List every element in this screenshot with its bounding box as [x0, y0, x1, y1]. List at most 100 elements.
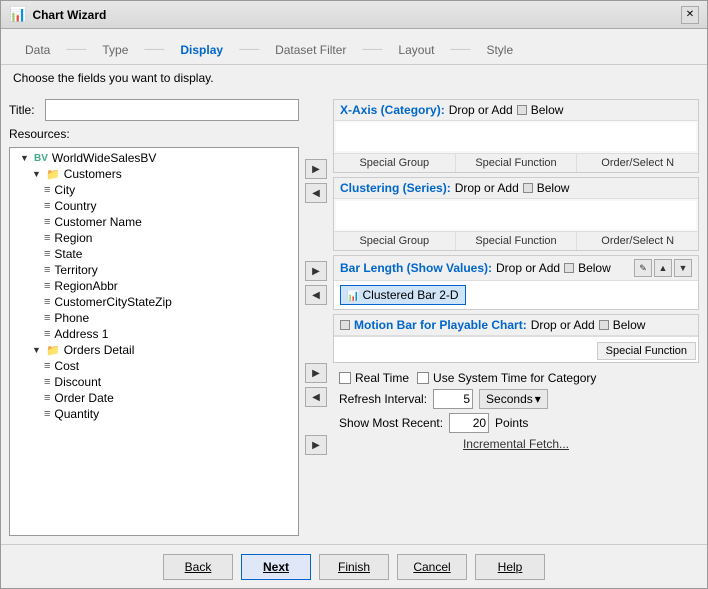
tree-item-address1[interactable]: ≡ Address 1	[12, 326, 296, 342]
expand-toggle[interactable]: ▼	[20, 153, 32, 163]
tree-item-territory[interactable]: ≡ Territory	[12, 262, 296, 278]
resources-label: Resources:	[9, 127, 299, 141]
barlength-down-button[interactable]: ▼	[674, 259, 692, 277]
title-bar-left: 📊 Chart Wizard	[9, 6, 106, 23]
expand-toggle-orders[interactable]: ▼	[32, 345, 44, 355]
field-icon-state: ≡	[44, 248, 50, 260]
left-panel: Title: Resources: ▼ BV WorldWideSalesBV …	[9, 99, 299, 536]
tree-scroll[interactable]: ▼ BV WorldWideSalesBV ▼ 📁 Customers ≡ Ci…	[10, 148, 298, 535]
clustering-checkbox[interactable]	[523, 183, 533, 193]
barlength-section: Bar Length (Show Values): Drop or Add Be…	[333, 255, 699, 310]
tree-item-state[interactable]: ≡ State	[12, 246, 296, 262]
barlength-drop-area[interactable]: 📊 Clustered Bar 2-D	[334, 281, 698, 309]
field-icon-quantity: ≡	[44, 408, 50, 420]
xaxis-special-group[interactable]: Special Group	[334, 154, 456, 172]
barlength-drop-label: Drop or Add	[496, 261, 560, 275]
add-xaxis-button[interactable]: ▶	[305, 159, 327, 179]
folder-icon-orders: 📁	[46, 344, 60, 357]
xaxis-special-function[interactable]: Special Function	[456, 154, 578, 172]
clustering-drop-area[interactable]	[336, 201, 696, 229]
motion-header: Motion Bar for Playable Chart: Drop or A…	[334, 315, 698, 336]
barlength-edit-button[interactable]: ✎	[634, 259, 652, 277]
tab-type[interactable]: Type	[90, 39, 140, 61]
bv-icon: BV	[34, 153, 48, 164]
points-label: Points	[495, 416, 528, 430]
clustering-special-function[interactable]: Special Function	[456, 232, 578, 250]
tree-item-city[interactable]: ≡ City	[12, 182, 296, 198]
motion-label: Motion Bar for Playable Chart:	[354, 318, 527, 332]
main-content: Title: Resources: ▼ BV WorldWideSalesBV …	[1, 91, 707, 544]
add-clustering-button[interactable]: ▶	[305, 261, 327, 281]
refresh-label: Refresh Interval:	[339, 392, 427, 406]
system-time-checkbox[interactable]	[417, 372, 429, 384]
motion-checkbox[interactable]	[340, 320, 350, 330]
tab-data[interactable]: Data	[13, 39, 62, 61]
tree-label-territory: Territory	[54, 263, 97, 277]
tree-item-discount[interactable]: ≡ Discount	[12, 374, 296, 390]
motion-drop-area[interactable]: Special Function	[334, 336, 698, 362]
tree-item-orders[interactable]: ▼ 📁 Orders Detail	[12, 342, 296, 358]
motion-add-checkbox[interactable]	[599, 320, 609, 330]
cancel-button[interactable]: Cancel	[397, 554, 467, 580]
tab-style[interactable]: Style	[474, 39, 525, 61]
barlength-checkbox[interactable]	[564, 263, 574, 273]
system-time-checkbox-label[interactable]: Use System Time for Category	[417, 371, 596, 385]
tree-item-phone[interactable]: ≡ Phone	[12, 310, 296, 326]
tree-item-country[interactable]: ≡ Country	[12, 198, 296, 214]
realtime-checkbox-label[interactable]: Real Time	[339, 371, 409, 385]
tab-layout[interactable]: Layout	[386, 39, 446, 61]
field-icon-address1: ≡	[44, 328, 50, 340]
clustering-order-select[interactable]: Order/Select N	[577, 232, 698, 250]
wizard-tabs: Data —— Type —— Display —— Dataset Filte…	[1, 29, 707, 65]
xaxis-order-select[interactable]: Order/Select N	[577, 154, 698, 172]
remove-clustering-button[interactable]: ◀	[305, 285, 327, 305]
tab-dataset-filter[interactable]: Dataset Filter	[263, 39, 358, 61]
motion-drop-label: Drop or Add	[531, 318, 595, 332]
clustering-below-label: Below	[537, 181, 570, 195]
xaxis-drop-area[interactable]	[336, 123, 696, 151]
incremental-link[interactable]: Incremental Fetch...	[463, 437, 569, 451]
footer: Back Next Finish Cancel Help	[1, 544, 707, 588]
next-button[interactable]: Next	[241, 554, 311, 580]
motion-special-function-button[interactable]: Special Function	[597, 342, 696, 360]
field-icon-city: ≡	[44, 184, 50, 196]
tree-label-customers: Customers	[64, 167, 122, 181]
most-recent-input[interactable]	[449, 413, 489, 433]
tree-item-customerstatzip[interactable]: ≡ CustomerCityStateZip	[12, 294, 296, 310]
barlength-up-button[interactable]: ▲	[654, 259, 672, 277]
field-icon-phone: ≡	[44, 312, 50, 324]
tree-label-region: Region	[54, 231, 92, 245]
tree-item-bv[interactable]: ▼ BV WorldWideSalesBV	[12, 150, 296, 166]
tree-item-orderdate[interactable]: ≡ Order Date	[12, 390, 296, 406]
tree-item-customers[interactable]: ▼ 📁 Customers	[12, 166, 296, 182]
add-barlength-button[interactable]: ▶	[305, 363, 327, 383]
xaxis-drop-label: Drop or Add	[449, 103, 513, 117]
tree-item-cost[interactable]: ≡ Cost	[12, 358, 296, 374]
xaxis-checkbox[interactable]	[517, 105, 527, 115]
realtime-checkbox[interactable]	[339, 372, 351, 384]
add-motion-button[interactable]: ▶	[305, 435, 327, 455]
tree-label-address1: Address 1	[54, 327, 108, 341]
chart-mini-icon: 📊	[347, 291, 359, 302]
help-button[interactable]: Help	[475, 554, 545, 580]
tree-container: ▼ BV WorldWideSalesBV ▼ 📁 Customers ≡ Ci…	[9, 147, 299, 536]
tree-label-customer-name: Customer Name	[54, 215, 141, 229]
tab-display[interactable]: Display	[168, 39, 235, 61]
remove-xaxis-button[interactable]: ◀	[305, 183, 327, 203]
clustering-special-group[interactable]: Special Group	[334, 232, 456, 250]
tree-item-customer-name[interactable]: ≡ Customer Name	[12, 214, 296, 230]
refresh-input[interactable]	[433, 389, 473, 409]
remove-barlength-button[interactable]: ◀	[305, 387, 327, 407]
seconds-dropdown[interactable]: Seconds ▾	[479, 389, 548, 409]
tree-item-regionabbr[interactable]: ≡ RegionAbbr	[12, 278, 296, 294]
right-panel: X-Axis (Category): Drop or Add Below Spe…	[333, 99, 699, 536]
back-button[interactable]: Back	[163, 554, 233, 580]
tree-item-quantity[interactable]: ≡ Quantity	[12, 406, 296, 422]
tree-item-region[interactable]: ≡ Region	[12, 230, 296, 246]
title-input[interactable]	[45, 99, 299, 121]
field-icon-discount: ≡	[44, 376, 50, 388]
close-button[interactable]: ✕	[681, 6, 699, 24]
finish-button[interactable]: Finish	[319, 554, 389, 580]
most-recent-label: Show Most Recent:	[339, 416, 443, 430]
expand-toggle-customers[interactable]: ▼	[32, 169, 44, 179]
